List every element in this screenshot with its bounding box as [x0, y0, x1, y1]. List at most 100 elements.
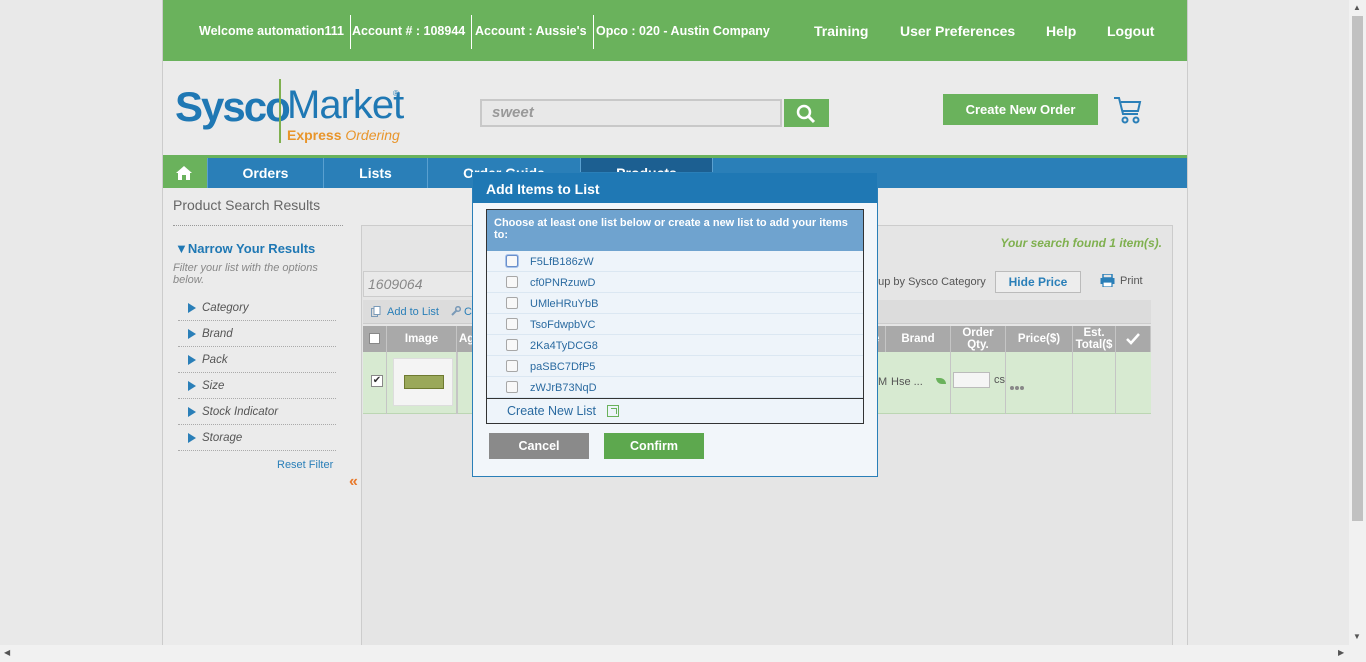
checkmark-icon: [1126, 333, 1140, 345]
scrollbar-thumb[interactable]: [1352, 16, 1363, 521]
loading-dot: [1020, 386, 1024, 390]
reset-filter-link[interactable]: Reset Filter: [277, 459, 333, 471]
copy-list-icon: [371, 306, 381, 317]
copy-button-fragment[interactable]: C: [464, 306, 472, 318]
wrench-icon: [451, 306, 461, 316]
column-checkmark: [1116, 326, 1151, 352]
list-name: zWJrB73NqD: [530, 382, 597, 394]
logo-express-ordering: Express Ordering: [287, 127, 400, 143]
list-instruction: Choose at least one list below or create…: [487, 210, 863, 251]
title-divider: [173, 225, 343, 226]
facet-pack[interactable]: Pack: [178, 347, 336, 373]
list-checkbox[interactable]: [506, 360, 518, 372]
list-checkbox[interactable]: [506, 297, 518, 309]
scroll-up-icon[interactable]: ▲: [1353, 3, 1361, 12]
logo-divider: [279, 79, 281, 143]
row-total-cell: [1073, 352, 1116, 414]
print-button[interactable]: Print: [1100, 274, 1143, 287]
list-item[interactable]: cf0PNRzuwD: [487, 272, 863, 293]
list-checkbox[interactable]: [506, 381, 518, 393]
list-item[interactable]: paSBC7DfP5: [487, 356, 863, 377]
add-items-to-list-dialog: Add Items to List Choose at least one li…: [472, 172, 878, 477]
product-search-results-title: Product Search Results: [173, 197, 321, 213]
scroll-left-icon[interactable]: ◀: [4, 648, 10, 657]
create-new-list-label: Create New List: [507, 404, 596, 418]
list-item[interactable]: TsoFdwpbVC: [487, 314, 863, 335]
column-brand: Brand: [886, 326, 951, 352]
sysco-market-logo[interactable]: Sysco Market ® Express Ordering: [175, 75, 405, 145]
user-preferences-link[interactable]: User Preferences: [900, 15, 1015, 47]
search-button[interactable]: [784, 99, 829, 127]
help-link[interactable]: Help: [1046, 15, 1076, 47]
list-name: UMleHRuYbB: [530, 298, 599, 310]
account-name: Account : Aussie's: [469, 15, 594, 49]
cart-icon[interactable]: [1112, 94, 1144, 126]
facet-size[interactable]: Size: [178, 373, 336, 399]
search-icon: [796, 104, 816, 124]
facet-label: Category: [202, 302, 249, 314]
item-search-input[interactable]: 1609064: [363, 271, 478, 297]
list-item[interactable]: UMleHRuYbB: [487, 293, 863, 314]
select-all-column[interactable]: [363, 326, 387, 352]
group-by-category-label[interactable]: oup by Sysco Category: [872, 276, 986, 288]
list-checkbox[interactable]: [506, 255, 518, 267]
logo-ordering-text: Ordering: [345, 127, 400, 143]
welcome-text: Welcome automation111: [193, 15, 351, 49]
logo-registered-mark: ®: [393, 89, 399, 98]
hide-price-button[interactable]: Hide Price: [995, 271, 1081, 293]
nav-orders[interactable]: Orders: [208, 158, 324, 188]
scroll-right-icon[interactable]: ▶: [1338, 648, 1344, 657]
create-new-list-link[interactable]: Create New List: [487, 398, 863, 423]
select-all-checkbox[interactable]: [369, 333, 380, 344]
list-checkbox[interactable]: [506, 339, 518, 351]
row-checkbox[interactable]: ✔: [371, 375, 383, 387]
facet-brand[interactable]: Brand: [178, 321, 336, 347]
list-name: paSBC7DfP5: [530, 361, 596, 373]
scroll-down-icon[interactable]: ▼: [1353, 632, 1361, 641]
column-price: Price($): [1006, 326, 1073, 352]
search-input[interactable]: sweet: [480, 99, 782, 127]
create-new-order-button[interactable]: Create New Order: [943, 94, 1098, 125]
home-icon: [176, 166, 192, 180]
row-cell-divider: [457, 352, 458, 414]
list-item[interactable]: F5LfB186zW: [487, 251, 863, 272]
training-link[interactable]: Training: [814, 15, 868, 47]
order-qty-input[interactable]: [953, 372, 990, 388]
column-order-qty: Order Qty.: [951, 326, 1006, 352]
facet-label: Pack: [202, 354, 228, 366]
row-m-fragment: M: [878, 376, 888, 388]
column-image: Image: [387, 326, 457, 352]
facet-stock-indicator[interactable]: Stock Indicator: [178, 399, 336, 425]
logo-express-text: Express: [287, 127, 342, 143]
expand-triangle-icon: [188, 329, 196, 339]
loading-dot: [1015, 386, 1019, 390]
horizontal-scrollbar[interactable]: ◀ ▶: [0, 645, 1366, 662]
list-checkbox[interactable]: [506, 318, 518, 330]
nav-lists[interactable]: Lists: [324, 158, 428, 188]
add-to-list-button[interactable]: Add to List: [387, 306, 439, 318]
confirm-button[interactable]: Confirm: [604, 433, 704, 459]
column-est-total: Est. Total($: [1073, 326, 1116, 352]
account-number: Account # : 108944: [346, 15, 473, 49]
narrow-results-title: Narrow Your Results: [187, 241, 316, 256]
logout-link[interactable]: Logout: [1107, 15, 1154, 47]
cancel-button[interactable]: Cancel: [489, 433, 589, 459]
expand-triangle-icon: [188, 303, 196, 313]
vertical-scrollbar[interactable]: ▲ ▼: [1349, 0, 1366, 645]
expand-triangle-icon: [188, 433, 196, 443]
facet-storage[interactable]: Storage: [178, 425, 336, 451]
nav-home[interactable]: [163, 158, 208, 188]
expand-triangle-icon: [188, 355, 196, 365]
facet-category[interactable]: Category: [178, 295, 336, 321]
product-image[interactable]: [393, 358, 453, 406]
collapse-sidebar-icon[interactable]: «: [349, 473, 358, 491]
product-label-graphic: [404, 375, 444, 389]
narrow-results-toggle[interactable]: ▼Narrow Your Results: [175, 241, 315, 256]
row-select-cell: ✔: [363, 352, 387, 414]
list-item[interactable]: 2Ka4TyDCG8: [487, 335, 863, 356]
search-found-text: Your search found 1 item(s).: [1000, 236, 1162, 250]
list-checkbox[interactable]: [506, 276, 518, 288]
list-name: 2Ka4TyDCG8: [530, 340, 598, 352]
list-item[interactable]: zWJrB73NqD: [487, 377, 863, 398]
list-name: TsoFdwpbVC: [530, 319, 596, 331]
